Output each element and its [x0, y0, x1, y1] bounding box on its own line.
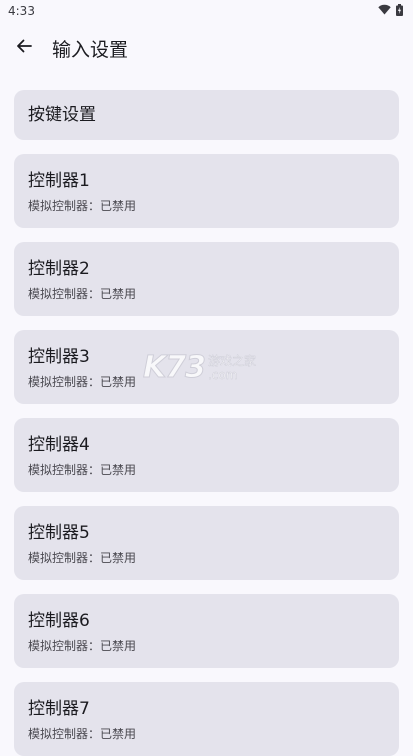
list-item-title: 控制器5 [28, 523, 90, 543]
list-item-title: 控制器4 [28, 435, 90, 455]
wifi-icon [378, 4, 391, 18]
key-settings-item[interactable]: 按键设置 [14, 90, 399, 140]
controller-6-item[interactable]: 控制器6 模拟控制器：已禁用 [14, 594, 399, 668]
controller-4-item[interactable]: 控制器4 模拟控制器：已禁用 [14, 418, 399, 492]
app-bar: 输入设置 [0, 28, 413, 68]
list-item-subtitle: 模拟控制器：已禁用 [28, 375, 137, 389]
list-item-subtitle: 模拟控制器：已禁用 [28, 727, 137, 741]
controller-5-item[interactable]: 控制器5 模拟控制器：已禁用 [14, 506, 399, 580]
controller-1-item[interactable]: 控制器1 模拟控制器：已禁用 [14, 154, 399, 228]
list-item-subtitle: 模拟控制器：已禁用 [28, 199, 137, 213]
status-icons [378, 3, 403, 19]
page-title: 输入设置 [52, 38, 129, 61]
list-item-subtitle: 模拟控制器：已禁用 [28, 551, 137, 565]
list-item-title: 控制器3 [28, 347, 90, 367]
list-item-title: 控制器7 [28, 699, 90, 719]
list-item-title: 按键设置 [28, 105, 96, 125]
list-item-subtitle: 模拟控制器：已禁用 [28, 639, 137, 653]
controller-7-item[interactable]: 控制器7 模拟控制器：已禁用 [14, 682, 399, 756]
list-item-title: 控制器2 [28, 259, 90, 279]
status-bar: 4:33 [0, 0, 413, 22]
arrow-left-icon [15, 37, 33, 59]
back-button[interactable] [12, 36, 36, 60]
status-time: 4:33 [8, 4, 35, 18]
settings-list: 按键设置 控制器1 模拟控制器：已禁用 控制器2 模拟控制器：已禁用 控制器3 … [14, 90, 399, 756]
list-item-subtitle: 模拟控制器：已禁用 [28, 287, 137, 301]
list-item-subtitle: 模拟控制器：已禁用 [28, 463, 137, 477]
list-item-title: 控制器6 [28, 611, 90, 631]
controller-3-item[interactable]: 控制器3 模拟控制器：已禁用 [14, 330, 399, 404]
battery-icon [396, 3, 403, 19]
controller-2-item[interactable]: 控制器2 模拟控制器：已禁用 [14, 242, 399, 316]
list-item-title: 控制器1 [28, 171, 90, 191]
